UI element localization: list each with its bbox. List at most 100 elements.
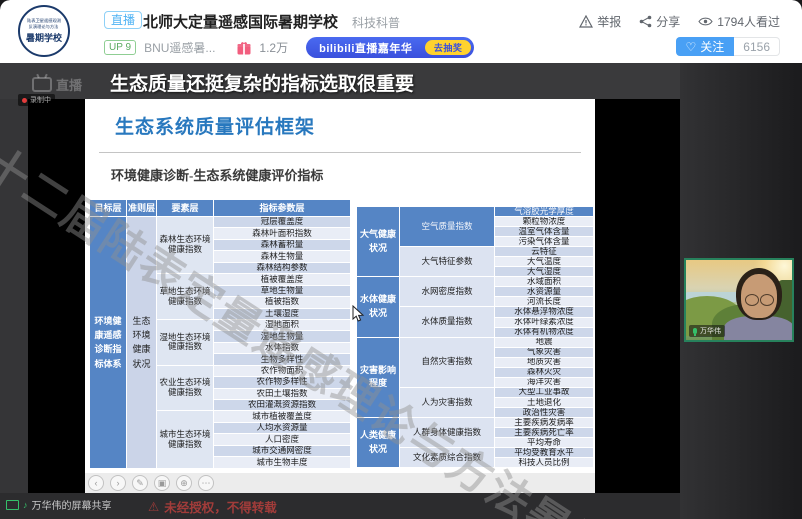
logo-name: 暑期学校 (26, 31, 62, 44)
parameter-cell: 大气湿度 (495, 267, 593, 276)
goal-layer-cell: 环境健康遥感诊断指标体系 (90, 217, 126, 468)
share-button[interactable]: 分享 (639, 13, 680, 30)
live-stream-page: 陆表卫星遥感观测 反演理论与方法 暑期学校 直播 北师大定量遥感国际暑期学校 科… (0, 0, 802, 519)
parameter-cell: 水体指数 (214, 343, 350, 353)
parameter-cell: 水体悬浮物浓度 (495, 307, 593, 316)
speaker-face (741, 274, 777, 318)
uploader-name[interactable]: BNU遥感暑... (144, 39, 215, 56)
recording-badge: 录制中 (18, 94, 55, 106)
live-badge: 直播 (104, 11, 142, 29)
follower-count: 6156 (734, 37, 780, 56)
parameter-cell: 冠层覆盖度 (214, 217, 350, 227)
index-cell: 水体质量指数 (400, 307, 494, 336)
index-cell: 人为灾害指数 (400, 388, 494, 417)
glasses-icon (745, 294, 759, 306)
follow-button[interactable]: ♡ 关注 (676, 37, 735, 56)
lottery-button[interactable]: 去抽奖 (425, 40, 472, 55)
element-layer-cell: 农业生态环境健康指数 (157, 366, 213, 411)
mouse-cursor (352, 305, 365, 323)
parameter-cell: 水资源量 (495, 287, 593, 296)
index-cell: 人群身体健康指数 (400, 418, 494, 447)
parameter-cell: 平均受教育水平 (495, 448, 593, 457)
element-layer-cell: 湿地生态环境健康指数 (157, 320, 213, 365)
index-cell: 水网密度指数 (400, 277, 494, 306)
parameter-cell: 水域面积 (495, 277, 593, 286)
element-layer-cell: 城市生态环境健康指数 (157, 411, 213, 467)
glasses-icon (760, 294, 774, 306)
parameter-cell: 平均寿命 (495, 438, 593, 447)
parameter-cell: 颗粒物浓度 (495, 217, 593, 226)
parameter-cell: 水体叶绿素浓度 (495, 318, 593, 327)
parameter-cell: 大型工业事故 (495, 388, 593, 397)
parameter-cell: 气象灾害 (495, 348, 593, 357)
stream-title: 北师大定量遥感国际暑期学校 (143, 11, 338, 32)
parameter-cell: 主要疾病发病率 (495, 418, 593, 427)
parameter-cell: 森林生物量 (214, 251, 350, 261)
warning-icon: ⚠ (148, 499, 159, 514)
stream-header: 陆表卫星遥感观测 反演理论与方法 暑期学校 直播 北师大定量遥感国际暑期学校 科… (0, 0, 802, 63)
parameter-cell: 云特征 (495, 247, 593, 256)
video-player-area[interactable]: 生态质量还挺复杂的指标选取很重要 直播 录制中 生态系统质量评估框架 环境健康诊… (0, 63, 802, 519)
parameter-cell: 湿地面积 (214, 320, 350, 330)
index-cell: 自然灾害指数 (400, 338, 494, 387)
category-cell: 人类健康状况 (357, 418, 399, 467)
caption-bar: 生态质量还挺复杂的指标选取很重要 (0, 63, 680, 99)
parameter-cell: 气溶胶光学厚度 (495, 207, 593, 216)
parameter-cell: 地质灾害 (495, 358, 593, 367)
parameter-cell: 河流长度 (495, 297, 593, 306)
heart-icon: ♡ (686, 40, 697, 54)
column-header: 指标参数层 (214, 200, 350, 216)
channel-logo[interactable]: 陆表卫星遥感观测 反演理论与方法 暑期学校 (18, 5, 70, 57)
meeting-bottom-bar: ♪ 万华伟的屏幕共享 ⚠ 未经授权，不得转载 (0, 493, 680, 519)
report-button[interactable]: 举报 (579, 13, 621, 30)
parameter-cell: 土地退化 (495, 398, 593, 407)
column-header: 要素层 (157, 200, 213, 216)
slide-subtitle: 环境健康诊断-生态系统健康评价指标 (111, 165, 323, 184)
parameter-cell: 大气温度 (495, 257, 593, 266)
index-cell: 大气特征参数 (400, 247, 494, 276)
gift-icon (237, 41, 251, 55)
mic-icon: ♪ (23, 500, 28, 510)
element-layer-cell: 森林生态环境健康指数 (157, 217, 213, 273)
parameter-cell: 农田土壤指数 (214, 389, 350, 399)
parameter-cell: 海洋灾害 (495, 378, 593, 387)
next-slide-button: › (110, 475, 126, 491)
parameter-cell: 温室气体含量 (495, 227, 593, 236)
presentation-slide: 生态系统质量评估框架 环境健康诊断-生态系统健康评价指标 目标层准则层要素层指标… (85, 99, 595, 473)
parameter-cell: 农作物面积 (214, 366, 350, 376)
recording-dot-icon (22, 98, 27, 103)
indicator-table-right: 大气健康状况空气质量指数气溶胶光学厚度颗粒物浓度温室气体含量污染气体含量大气特征… (357, 207, 593, 467)
indicator-table-left: 目标层准则层要素层指标参数层环境健康遥感诊断指标体系生态环境健康状况森林生态环境… (90, 200, 350, 468)
parameter-cell: 城市植被覆盖度 (214, 411, 350, 421)
bilibili-tv-icon (32, 77, 52, 92)
copyright-notice: ⚠ 未经授权，不得转载 (148, 497, 277, 516)
eye-icon (698, 16, 713, 27)
speaker-name: 万华伟 (700, 326, 721, 336)
parameter-cell: 城市交通网密度 (214, 446, 350, 456)
parameter-cell: 科技人员比例 (495, 458, 593, 467)
index-cell: 空气质量指数 (400, 207, 494, 246)
category-cell: 灾害影响程度 (357, 338, 399, 417)
parameter-cell: 政治性灾害 (495, 408, 593, 417)
parameter-cell: 森林蓄积量 (214, 240, 350, 250)
logo-tiny-text: 陆表卫星遥感观测 (27, 18, 61, 23)
parameter-cell: 森林结构参数 (214, 263, 350, 273)
parameter-cell: 人均水资源量 (214, 423, 350, 433)
parameter-cell: 生物多样性 (214, 354, 350, 364)
share-icon (639, 15, 652, 28)
event-banner[interactable]: bilibili直播嘉年华 去抽奖 (306, 37, 474, 58)
gift-count: 1.2万 (259, 39, 288, 56)
criterion-layer-cell: 生态环境健康状况 (127, 217, 156, 468)
parameter-cell: 湿地生物量 (214, 331, 350, 341)
parameter-cell: 主要疾病死亡率 (495, 428, 593, 437)
lecture-caption: 生态质量还挺复杂的指标选取很重要 (110, 69, 414, 96)
column-header: 目标层 (90, 200, 126, 216)
parameter-cell: 农作物多样性 (214, 377, 350, 387)
index-cell: 文化素质综合指数 (400, 448, 494, 467)
screen-icon (6, 500, 19, 510)
frame-tool-button: ▣ (154, 475, 170, 491)
stream-category[interactable]: 科技科普 (352, 14, 400, 31)
parameter-cell: 草地生物量 (214, 286, 350, 296)
prev-slide-button: ‹ (88, 475, 104, 491)
mic-icon (693, 328, 697, 334)
